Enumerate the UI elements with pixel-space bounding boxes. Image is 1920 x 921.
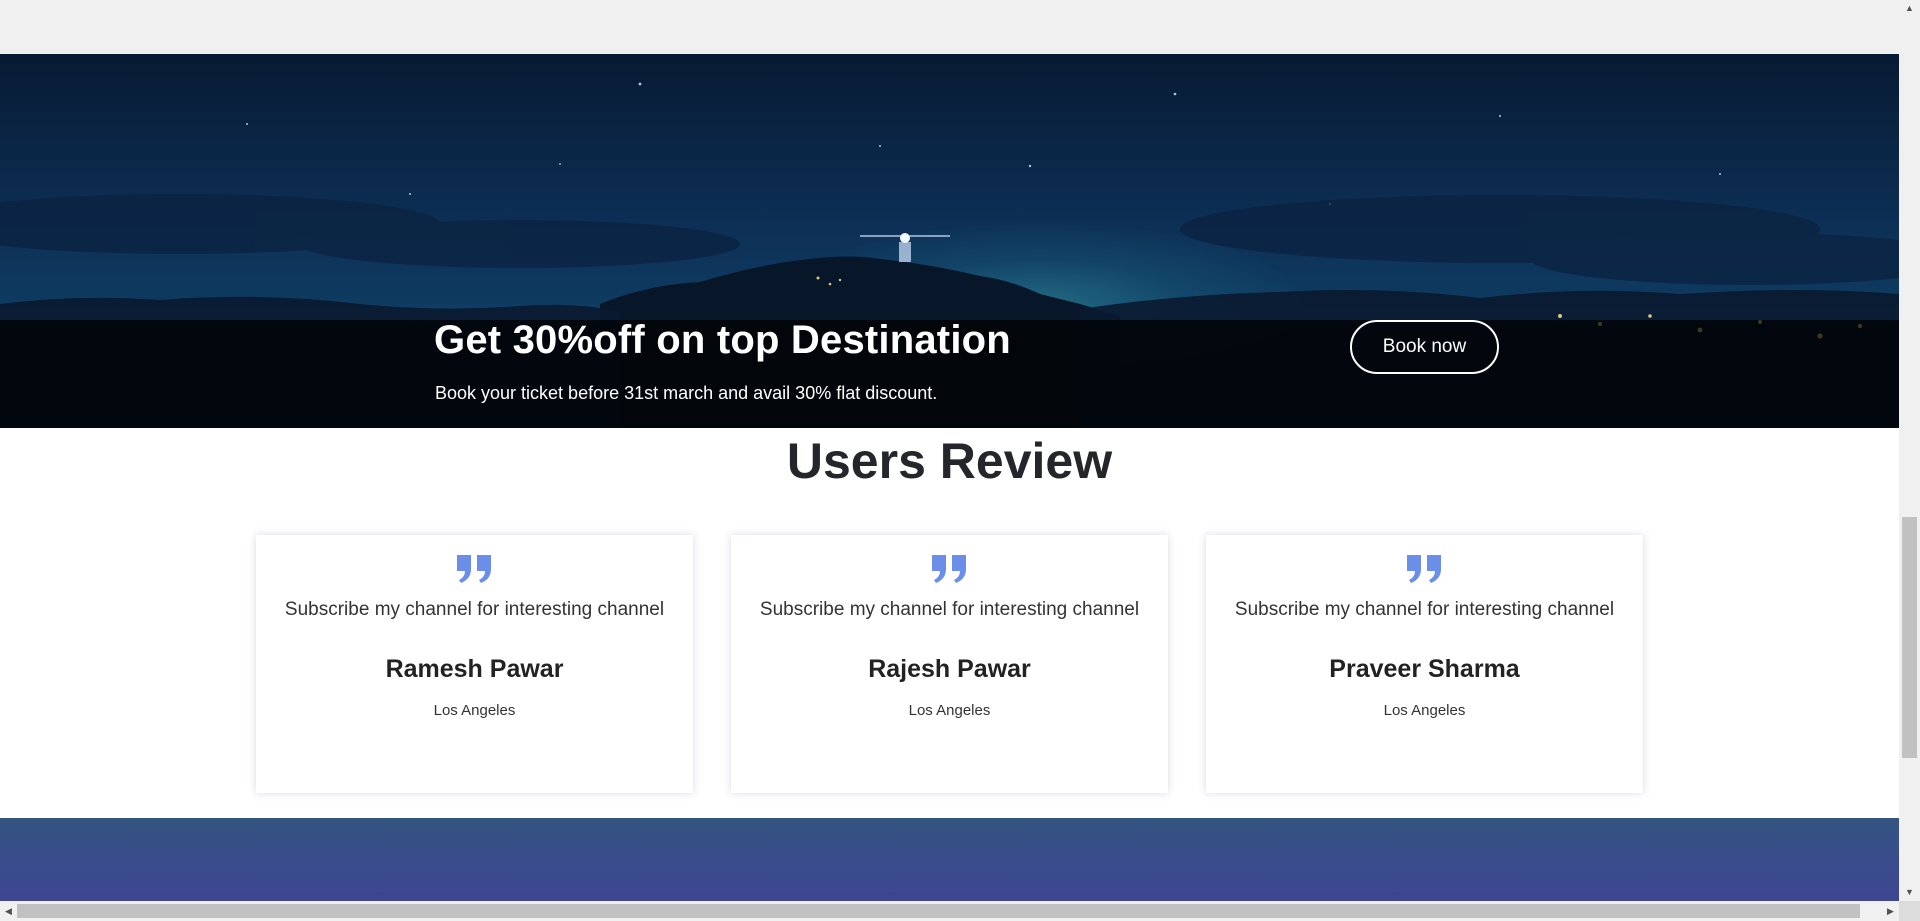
offer-title: Get 30%off on top Destination — [434, 318, 1011, 362]
arrow-up-icon[interactable]: ▲ — [1899, 0, 1920, 17]
review-text: Subscribe my channel for interesting cha… — [284, 599, 665, 620]
footer-band — [0, 818, 1899, 901]
offer-hero — [0, 54, 1899, 428]
reviewer-city: Los Angeles — [433, 702, 516, 719]
vertical-scrollbar[interactable]: ▲ ▼ — [1899, 0, 1920, 901]
reviews-title: Users Review — [786, 433, 1113, 489]
arrow-left-icon[interactable]: ◀ — [0, 901, 17, 921]
lighthouse-icon — [860, 233, 950, 262]
top-strip — [0, 0, 1899, 54]
arrow-right-icon[interactable]: ▶ — [1882, 901, 1899, 921]
horizontal-scroll-thumb[interactable] — [17, 904, 1860, 918]
reviewer-name: Praveer Sharma — [1329, 655, 1520, 683]
quote-icon — [931, 555, 966, 583]
reviewer-name: Rajesh Pawar — [868, 655, 1031, 683]
quote-icon — [456, 555, 491, 583]
book-now-button[interactable]: Book now — [1350, 320, 1499, 374]
vertical-scroll-thumb[interactable] — [1902, 517, 1917, 758]
review-text: Subscribe my channel for interesting cha… — [759, 599, 1140, 620]
scrollbar-corner — [1899, 901, 1920, 921]
reviewer-name: Ramesh Pawar — [385, 655, 564, 683]
offer-subtitle: Book your ticket before 31st march and a… — [435, 383, 938, 403]
horizontal-scrollbar[interactable]: ◀ ▶ — [0, 901, 1899, 921]
review-card: Subscribe my channel for interesting cha… — [256, 535, 693, 793]
reviewer-city: Los Angeles — [1383, 702, 1466, 719]
review-text: Subscribe my channel for interesting cha… — [1234, 599, 1615, 620]
review-card: Subscribe my channel for interesting cha… — [731, 535, 1168, 793]
quote-icon — [1406, 555, 1441, 583]
arrow-down-icon[interactable]: ▼ — [1899, 884, 1920, 901]
review-card: Subscribe my channel for interesting cha… — [1206, 535, 1643, 793]
page: Get 30%off on top Destination Book your … — [0, 0, 1899, 901]
reviewer-city: Los Angeles — [908, 702, 991, 719]
